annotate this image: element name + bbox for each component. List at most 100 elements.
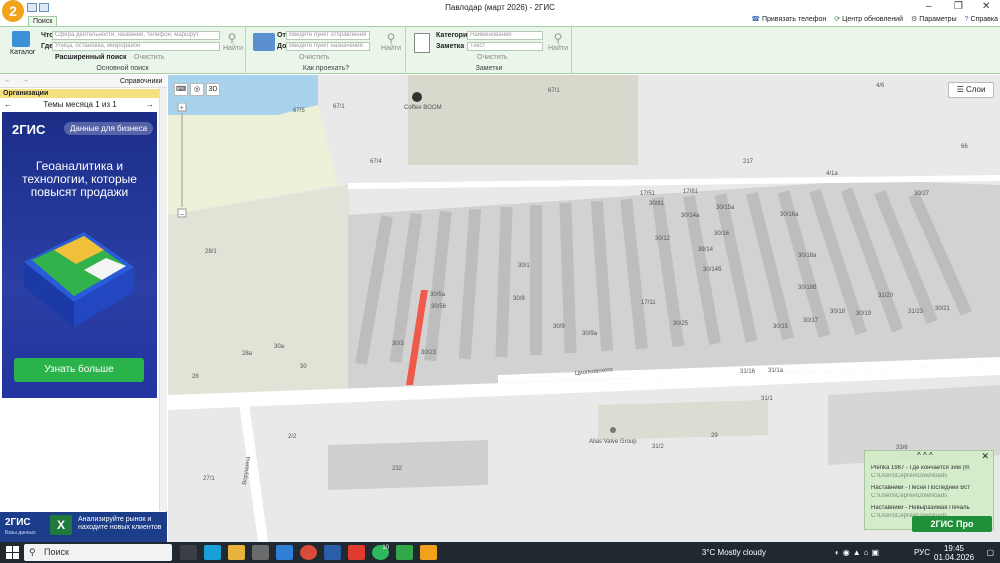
notification-center-icon[interactable]: ▢	[986, 548, 994, 557]
find-button[interactable]: ⚲ Найти	[223, 31, 243, 52]
svg-text:31/16: 31/16	[740, 369, 756, 375]
windows-start-icon[interactable]	[6, 546, 19, 559]
updates-link[interactable]: ⟳ Центр обновлений	[834, 15, 903, 24]
notes-icon	[414, 33, 430, 53]
where-input[interactable]: Улица, остановка, микрорайон	[52, 42, 220, 51]
chrome-icon[interactable]	[300, 545, 317, 560]
ad-text: Геоаналитика и технологии, которые повыс…	[22, 159, 137, 199]
sidebar-nav: ← → Справочники	[0, 75, 167, 88]
keyboard-icon[interactable]: ⌨	[174, 83, 188, 96]
notes-clear-button[interactable]: Очистить	[477, 54, 507, 61]
svg-text:66: 66	[961, 144, 968, 150]
route-find-button[interactable]: ⚲ Найти	[381, 31, 401, 52]
store-icon[interactable]	[252, 545, 269, 560]
db-banner-text: Анализируйте рынок и находите новых клие…	[78, 516, 162, 531]
back-arrow-icon[interactable]: ←	[4, 77, 11, 84]
advanced-search-link[interactable]: Расширенный поиск	[55, 54, 127, 61]
magnifier-icon: ⚲	[553, 31, 563, 45]
notification-item[interactable]: Plenka 1987 - Где кончается зим (m	[871, 465, 991, 471]
svg-text:31/20: 31/20	[878, 293, 894, 299]
next-theme-icon[interactable]: →	[146, 99, 154, 111]
route-group-label: Как проехать?	[302, 65, 350, 72]
db-banner[interactable]: 2ГИС Базы данных X Анализируйте рынок и …	[0, 512, 167, 542]
sidebar: ← → Справочники Организации ← Темы месяц…	[0, 75, 167, 542]
svg-text:30/18б: 30/18б	[798, 285, 817, 291]
2gis-pro-button[interactable]: 2ГИС Про	[912, 516, 992, 532]
reference-menu[interactable]: Справочники	[120, 78, 162, 85]
main-search-group-label: Основной поиск	[96, 65, 149, 72]
category-select[interactable]: Наименование	[467, 31, 543, 40]
note-input[interactable]: Текст	[467, 42, 543, 51]
notification-item[interactable]: Наставники - Невыразимая Печаль	[871, 505, 991, 511]
mail-icon[interactable]	[276, 545, 293, 560]
route-clear-button[interactable]: Очистить	[299, 54, 329, 61]
svg-text:Coffee BOOM: Coffee BOOM	[404, 105, 442, 111]
layers-button[interactable]: ☰ Слои	[948, 82, 994, 98]
close-icon[interactable]: ✕	[981, 451, 989, 462]
catalog-button[interactable]: Каталог	[10, 49, 35, 56]
app-logo-button[interactable]: 2	[2, 0, 24, 22]
torrent-icon[interactable]	[396, 545, 413, 560]
3d-toggle[interactable]: 3D	[206, 83, 220, 96]
svg-text:67/4: 67/4	[370, 159, 382, 165]
svg-text:17/51: 17/51	[640, 191, 656, 197]
catalog-icon	[12, 31, 30, 47]
learn-more-button[interactable]: Узнать больше	[14, 358, 144, 382]
prev-theme-icon[interactable]: ←	[4, 99, 12, 111]
taskbar-search[interactable]: ⚲ Поиск	[24, 544, 172, 561]
main-search-group: Каталог Что Сфера деятельности, название…	[0, 27, 246, 73]
notes-find-button[interactable]: ⚲ Найти	[548, 31, 568, 52]
minimize-button[interactable]: –	[926, 1, 932, 12]
svg-text:30/9а: 30/9а	[582, 331, 598, 337]
taskbar-apps: 10	[180, 545, 437, 560]
close-button[interactable]: ✕	[982, 1, 990, 12]
window-title: Павлодар (март 2026) - 2ГИС	[445, 3, 555, 12]
svg-text:31/1а: 31/1а	[768, 368, 784, 374]
locate-icon[interactable]: ◎	[190, 83, 204, 96]
app-icon[interactable]	[324, 545, 341, 560]
route-icon	[253, 33, 275, 51]
2gis-taskbar-icon[interactable]	[420, 545, 437, 560]
svg-text:28а: 28а	[242, 351, 253, 357]
clock[interactable]: 19:45 01.04.2026	[934, 544, 974, 562]
what-input[interactable]: Сфера деятельности, название, телефон, м…	[52, 31, 220, 40]
taskbar: ⚲ Поиск 10 3°C Mostly cloudy ◐◉▲⌂▣ РУС 1…	[0, 542, 1000, 563]
zoom-slider[interactable]: + –	[175, 103, 189, 223]
svg-text:30а: 30а	[274, 344, 285, 350]
notification-item[interactable]: Наставники - Песня Последней Вст	[871, 485, 991, 491]
ad-banner[interactable]: 2ГИС Данные для бизнеса Геоаналитика и т…	[2, 112, 157, 398]
to-label: До	[277, 43, 287, 50]
tab-search[interactable]: Поиск	[28, 16, 58, 26]
help-link[interactable]: ? Справка	[965, 15, 998, 23]
ribbon: Каталог Что Сфера деятельности, название…	[0, 26, 1000, 74]
settings-link[interactable]: ⚙ Параметры	[911, 15, 957, 24]
edge-icon[interactable]	[204, 545, 221, 560]
svg-text:30/16а: 30/16а	[780, 212, 799, 218]
clear-button[interactable]: Очистить	[134, 54, 164, 61]
layers-icon: ☰	[956, 85, 966, 94]
yandex-icon[interactable]	[348, 545, 365, 560]
language-indicator[interactable]: РУС	[914, 548, 930, 557]
whatsapp-icon[interactable]: 10	[372, 545, 389, 560]
svg-text:67/1: 67/1	[548, 88, 560, 94]
forward-arrow-icon[interactable]: →	[22, 77, 29, 84]
tray-icons[interactable]: ◐◉▲⌂▣	[835, 548, 882, 557]
to-input[interactable]: Введите пункт назначения	[286, 42, 370, 51]
help-icon: ?	[964, 15, 969, 23]
svg-text:2/2: 2/2	[288, 434, 297, 440]
weather[interactable]: 3°C Mostly cloudy	[702, 548, 766, 557]
organizations-header[interactable]: Организации	[0, 89, 167, 98]
from-input[interactable]: Введите пункт отправления	[286, 31, 370, 40]
svg-text:31/2: 31/2	[652, 444, 664, 450]
explorer-icon[interactable]	[228, 545, 245, 560]
bind-phone-link[interactable]: ☎ Привязать телефон	[751, 15, 826, 24]
expand-icon[interactable]: ^ ^ ^	[917, 451, 933, 460]
refresh-icon: ⟳	[834, 16, 841, 23]
title-bar: Павлодар (март 2026) - 2ГИС – ❐ ✕	[0, 0, 1000, 16]
task-view-icon[interactable]	[180, 545, 197, 560]
notification-path: C:\Users\Сергей\Downloads	[871, 493, 948, 499]
maximize-button[interactable]: ❐	[954, 1, 963, 12]
magnifier-icon: ⚲	[227, 31, 237, 45]
sidebar-scrollbar[interactable]	[159, 88, 167, 511]
svg-text:30/14а: 30/14а	[681, 213, 700, 219]
